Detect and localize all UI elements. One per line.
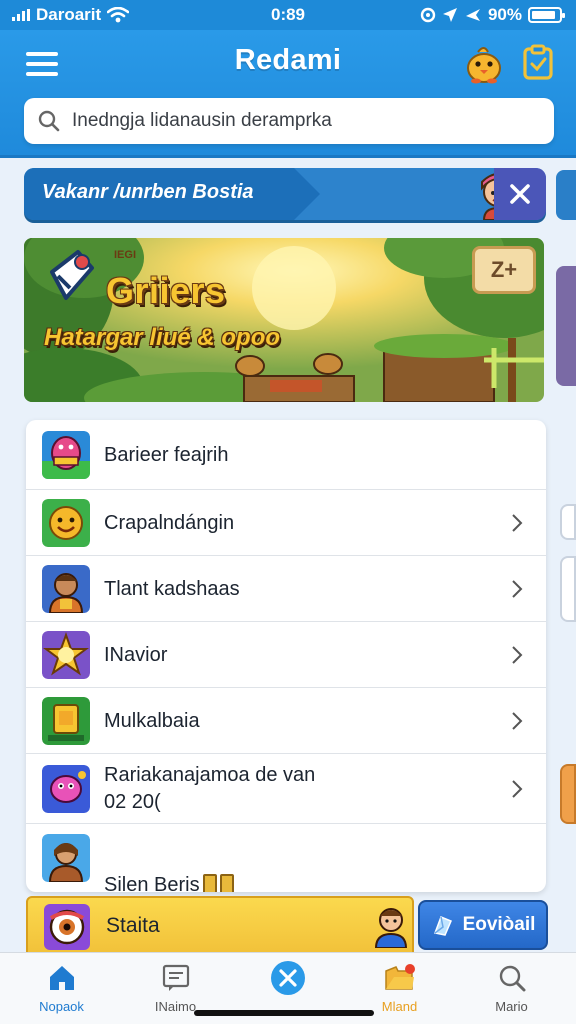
chick-mascot-icon[interactable]: [464, 42, 504, 84]
list-item[interactable]: Mulkalbaia: [26, 688, 546, 754]
action-button-label: Eoviòail: [462, 914, 536, 935]
signal-icon: [12, 9, 30, 21]
pink-creature-icon: [42, 765, 90, 813]
side-tab[interactable]: [560, 556, 576, 622]
list-item-label: Rariakanajamoa de van 02 20(: [104, 764, 316, 813]
kid-avatar-icon: [374, 908, 408, 948]
sync-icon: [420, 7, 436, 23]
chevron-right-icon: [512, 580, 523, 598]
list-item-label: INavior: [104, 644, 168, 666]
candy-game-icon: [42, 431, 90, 479]
gem-icon: [433, 916, 452, 936]
status-bar: Daroarit 0:89 90%: [0, 0, 576, 30]
eye-creature-icon: [44, 904, 90, 950]
next-ribbon-peek[interactable]: [556, 170, 576, 220]
list-item-label: Silen Beris: [104, 845, 234, 892]
gold-tag-icon: [202, 874, 217, 892]
promo-ribbon[interactable]: Vakanr /unrben Bostia: [24, 168, 546, 220]
home-icon: [49, 966, 74, 990]
search-box[interactable]: [24, 98, 554, 144]
hero-subtitle: Hatargar liué & opoo: [44, 324, 281, 351]
smiley-face-game-icon: [42, 499, 90, 547]
list-item[interactable]: Barieer feajrih: [26, 420, 546, 490]
chevron-right-icon: [512, 646, 523, 664]
side-tab[interactable]: [560, 504, 576, 540]
search-input[interactable]: [72, 110, 540, 132]
list-item-label: Mulkalbaia: [104, 710, 200, 732]
carrier-name: Daroarit: [36, 5, 102, 24]
next-banner-peek[interactable]: [556, 266, 576, 386]
search-icon: [499, 965, 525, 992]
side-tab[interactable]: [560, 764, 576, 824]
hero-badge[interactable]: Z+: [472, 246, 536, 294]
close-circle-icon: [270, 961, 305, 995]
chevron-right-icon: [512, 712, 523, 730]
tab-search[interactable]: Mario: [454, 953, 569, 1024]
list-item-label: Barieer feajrih: [104, 444, 229, 466]
hero-scenery: IEGI: [24, 238, 544, 402]
game-list: Barieer feajrih Crapalndángin Tlant kads…: [26, 420, 546, 892]
battery-percent: 90%: [487, 5, 522, 24]
list-item[interactable]: Tlant kadshaas: [26, 556, 546, 622]
featured-strip-label: Staita: [106, 914, 160, 937]
tab-label: Mario: [495, 999, 528, 1014]
hero-title: Griiers: [106, 270, 226, 311]
message-icon: [162, 964, 189, 991]
tab-label: Nopaok: [39, 999, 84, 1014]
warrior-portrait-icon: [42, 565, 90, 613]
search-icon: [38, 110, 60, 132]
list-item[interactable]: INavior: [26, 622, 546, 688]
hero-banner[interactable]: IEGI Griiers Hatargar liué & opoo Z+: [24, 238, 544, 402]
list-item[interactable]: Silen Beris: [26, 824, 546, 892]
adventurer-portrait-icon: [42, 834, 90, 882]
list-item-label: Tlant kadshaas: [104, 578, 240, 600]
folder-badge-icon: [384, 964, 415, 990]
star-badge-icon: [42, 631, 90, 679]
gold-card-icon: [42, 697, 90, 745]
promo-text: Vakanr /unrben Bostia: [42, 181, 254, 203]
tab-label: Mland: [381, 999, 418, 1014]
wifi-icon: [107, 7, 130, 23]
location-arrow-icon: [442, 8, 457, 22]
gold-tag-icon: [219, 874, 234, 892]
featured-strip[interactable]: Staita: [26, 896, 414, 954]
home-indicator: [194, 1010, 374, 1016]
clipboard-icon[interactable]: [522, 44, 554, 80]
promo-close-button[interactable]: [494, 168, 546, 220]
chevron-right-icon: [512, 514, 523, 532]
close-icon: [510, 184, 530, 204]
tab-home[interactable]: Nopaok: [4, 953, 119, 1024]
list-item[interactable]: Crapalndángin: [26, 490, 546, 556]
list-item[interactable]: Rariakanajamoa de van 02 20(: [26, 754, 546, 824]
app-header: Redami: [0, 30, 576, 158]
battery-icon: [528, 7, 565, 23]
action-button[interactable]: Eoviòail: [418, 900, 548, 950]
list-item-label: Crapalndángin: [104, 512, 235, 534]
svg-text:IEGI: IEGI: [114, 249, 136, 261]
tab-label: INaimo: [154, 999, 197, 1014]
airplane-icon: [465, 9, 480, 21]
chevron-right-icon: [512, 780, 523, 798]
